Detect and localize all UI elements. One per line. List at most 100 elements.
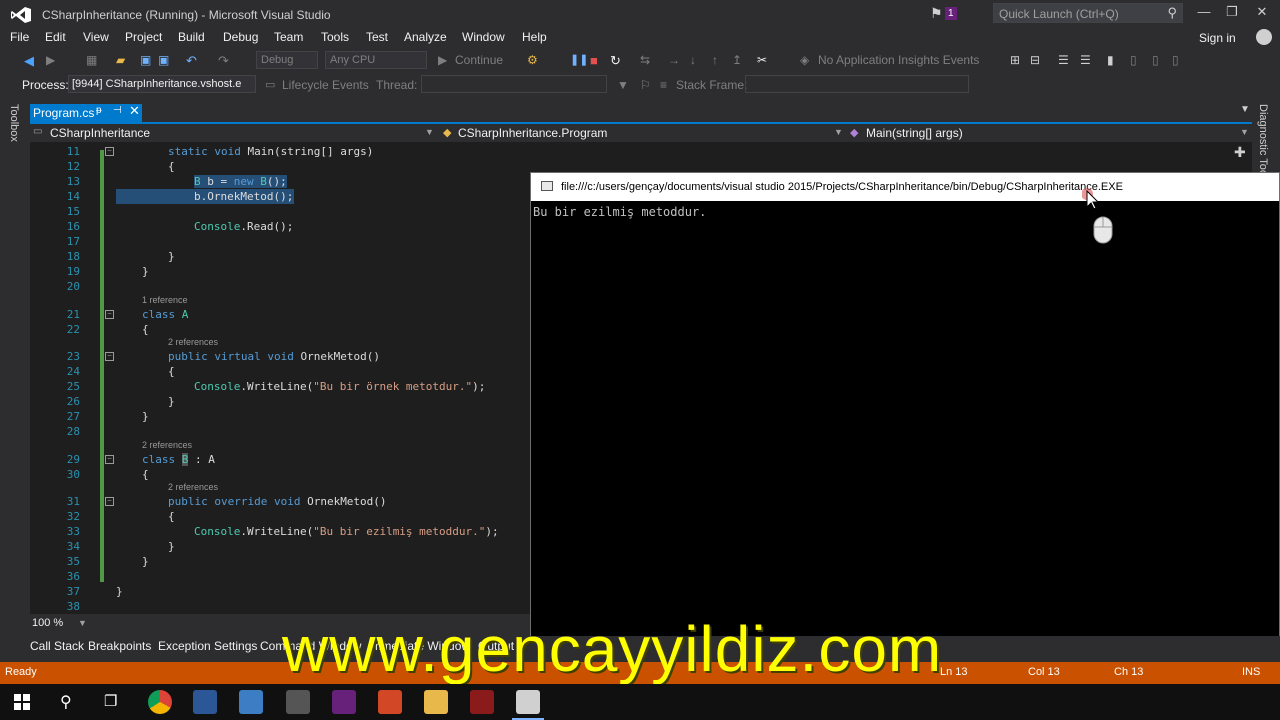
split-editor-icon[interactable]: ✚ [1234,144,1246,161]
tab-program-cs[interactable]: Program.cs ᵽ ⊣ ✕ [30,103,142,122]
codelens-references[interactable]: 2 references [168,337,218,347]
process-select[interactable]: [9944] CSharpInheritance.vshost.e [68,75,256,93]
menu-edit[interactable]: Edit [45,30,66,44]
redo-icon[interactable]: ↷ [218,53,229,69]
menu-test[interactable]: Test [366,30,388,44]
tools-icon[interactable] [286,690,310,714]
step-into-icon[interactable]: → [668,53,680,67]
navigate-forward-icon[interactable]: ▶ [46,53,55,67]
quick-launch-input[interactable]: Quick Launch (Ctrl+Q) ⚲ [993,3,1183,23]
application-insights-dropdown[interactable]: No Application Insights Events [818,53,979,67]
clear-bookmark-icon[interactable]: ▯ [1172,53,1179,67]
nav-member[interactable]: Main(string[] args) [866,126,963,140]
open-folder-icon[interactable]: ▰ [116,53,125,67]
undo-icon[interactable]: ↶ [186,53,197,69]
chrome-icon[interactable] [148,690,172,714]
collapse-region-icon[interactable]: − [105,352,114,361]
solution-configuration-select[interactable]: Debug [256,51,318,69]
console-window[interactable]: file:///c:/users/gençay/documents/visual… [530,172,1280,656]
thread-select[interactable] [421,75,607,93]
notification-flag-icon[interactable]: ⚑ [930,5,943,22]
menu-file[interactable]: File [10,30,29,44]
codelens-references[interactable]: 2 references [168,482,218,492]
step-over-icon[interactable]: ↓ [690,53,696,67]
code-editor[interactable]: 11 12 13 14 15 16 17 18 19 20 21 22 23 2… [30,142,530,614]
collapse-region-icon[interactable]: − [105,310,114,319]
chevron-down-icon[interactable]: ▼ [425,127,434,137]
prev-bookmark-icon[interactable]: ▯ [1130,53,1137,67]
tab-overflow-icon[interactable]: ▼ [1240,104,1250,115]
tab-breakpoints[interactable]: Breakpoints [88,639,151,653]
collapse-region-icon[interactable]: − [105,455,114,464]
chevron-down-icon[interactable]: ▼ [78,618,87,628]
close-tab-icon[interactable]: ✕ [129,103,140,119]
solution-platform-select[interactable]: Any CPU [325,51,427,69]
zoom-level-select[interactable]: 100 % [32,617,63,629]
codelens-references[interactable]: 2 references [142,440,192,450]
notification-count-badge[interactable]: 1 [945,7,957,20]
stop-debugging-icon[interactable]: ■ [590,53,598,68]
search-icon[interactable]: ⚲ [60,692,72,712]
codelens-references[interactable]: 1 reference [142,295,188,305]
navigate-back-icon[interactable]: ◀ [24,53,34,69]
chevron-down-icon[interactable]: ▼ [834,127,843,137]
minimize-button[interactable]: — [1192,4,1216,19]
menu-analyze[interactable]: Analyze [404,30,447,44]
align-left-icon[interactable]: ☰ [1058,53,1069,67]
console-title-bar[interactable]: file:///c:/users/gençay/documents/visual… [531,173,1279,201]
save-all-icon[interactable]: ▣ [158,53,169,67]
flag-thread-icon[interactable]: ⚐ [640,78,651,92]
menu-debug[interactable]: Debug [223,30,258,44]
app-icon[interactable] [193,690,217,714]
menu-window[interactable]: Window [462,30,505,44]
continue-icon[interactable]: ▶ [438,53,447,67]
next-bookmark-icon[interactable]: ▯ [1152,53,1159,67]
step-out-icon[interactable]: ↑ [712,53,718,67]
pin-tab-icon[interactable]: ⊣ [113,105,122,116]
save-icon[interactable]: ▣ [140,53,151,67]
continue-button[interactable]: Continue [455,53,503,67]
lifecycle-icon[interactable]: ▭ [265,78,275,91]
toolbox-icon[interactable]: ⊟ [1030,53,1040,67]
nav-project[interactable]: CSharpInheritance [50,126,150,140]
restore-button[interactable]: ❐ [1220,4,1244,20]
tab-call-stack[interactable]: Call Stack [30,639,84,653]
restart-icon[interactable]: ↻ [610,53,621,69]
console-taskbar-icon[interactable] [516,690,540,714]
menu-build[interactable]: Build [178,30,205,44]
sign-in-link[interactable]: Sign in [1199,31,1236,45]
file-explorer-icon[interactable] [424,690,448,714]
task-view-icon[interactable]: ❐ [104,692,117,710]
collapse-region-icon[interactable]: − [105,147,114,156]
insights-icon[interactable]: ◈ [800,53,809,67]
menu-help[interactable]: Help [522,30,547,44]
show-next-statement-icon[interactable]: ⇆ [640,53,650,67]
menu-tools[interactable]: Tools [321,30,349,44]
lifecycle-events-dropdown[interactable]: Lifecycle Events [282,78,369,92]
windows-start-icon[interactable] [14,694,30,710]
chevron-down-icon[interactable]: ▼ [1240,127,1249,137]
powerpoint-icon[interactable] [378,690,402,714]
visual-studio-taskbar-icon[interactable] [332,690,356,714]
collapse-region-icon[interactable]: − [105,497,114,506]
remote-desktop-icon[interactable] [239,690,263,714]
nav-class[interactable]: CSharpInheritance.Program [458,126,607,140]
stack-frame-select[interactable] [745,75,969,93]
layout-icon[interactable]: ⊞ [1010,53,1020,67]
close-window-button[interactable]: ✕ [1250,4,1274,20]
performance-tools-icon[interactable]: ✂ [757,53,767,67]
new-project-icon[interactable]: ▦ [86,53,97,67]
tab-exception-settings[interactable]: Exception Settings [158,639,257,653]
toolbox-tab[interactable]: Toolbox [8,104,20,142]
step-icon[interactable]: ↥ [732,53,742,67]
break-all-icon[interactable]: ❚❚ [570,53,588,66]
menu-team[interactable]: Team [274,30,303,44]
debug-target-icon[interactable]: ⚙ [527,53,538,67]
avatar[interactable] [1256,29,1272,45]
align-right-icon[interactable]: ☰ [1080,53,1091,67]
menu-view[interactable]: View [83,30,109,44]
bookmark-icon[interactable]: ▮ [1107,53,1114,67]
menu-project[interactable]: Project [125,30,162,44]
filter-icon[interactable]: ▼ [617,78,629,92]
recorder-icon[interactable] [470,690,494,714]
